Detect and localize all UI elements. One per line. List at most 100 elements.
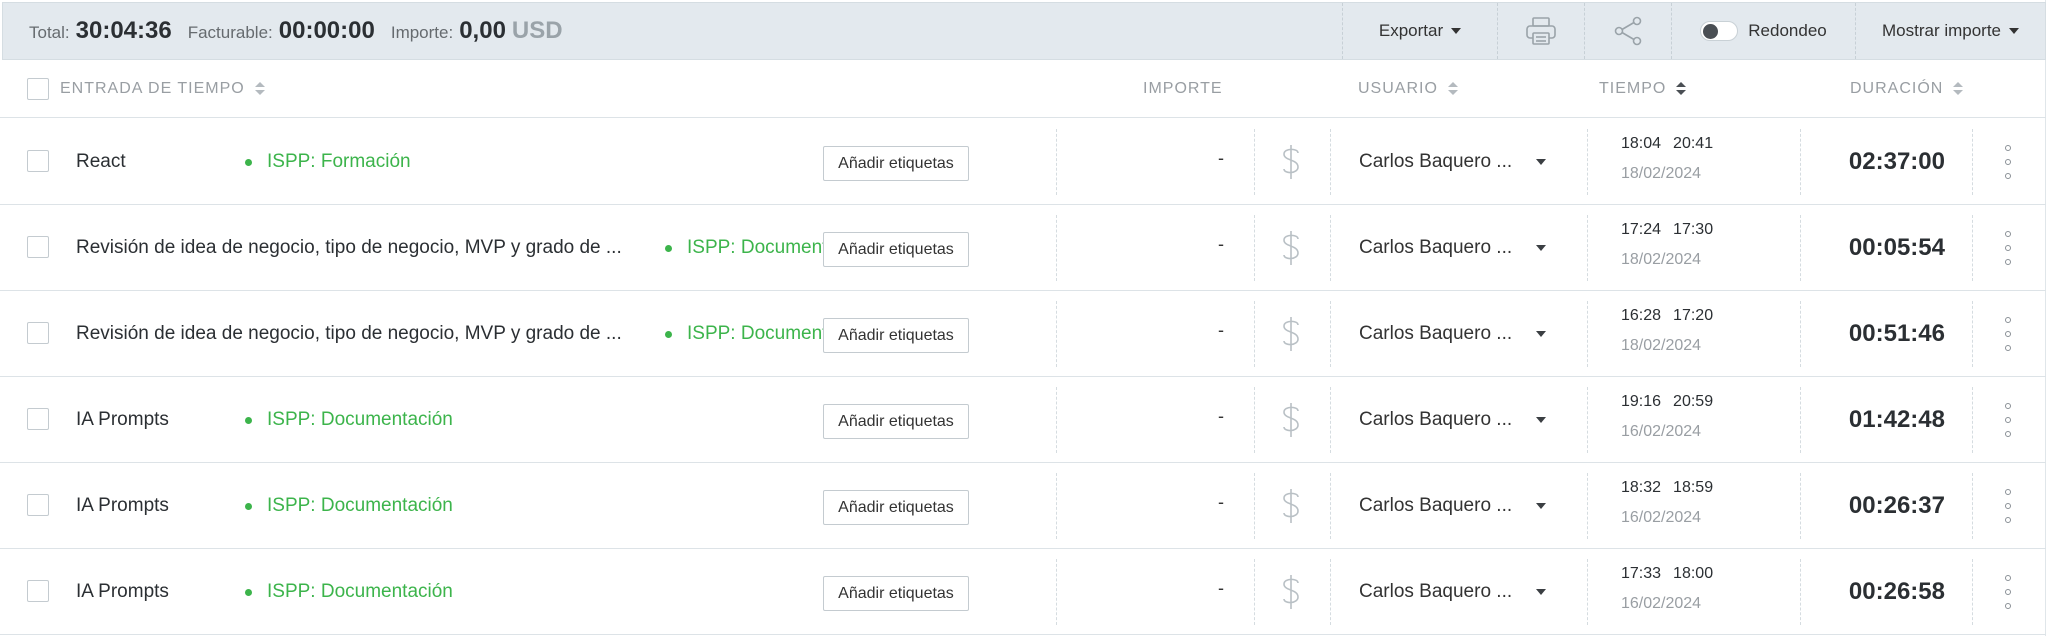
entry-project[interactable]: ISPP: Documentación (245, 463, 815, 549)
entry-duration[interactable]: 02:37:00 (1845, 119, 1945, 205)
entry-project[interactable]: ISPP: Documentación (245, 549, 815, 635)
project-dot-icon (245, 588, 252, 596)
rounding-toggle[interactable]: Redondeo (1671, 3, 1855, 59)
user-dropdown[interactable]: Carlos Baquero ... (1359, 377, 1547, 463)
divider (1972, 473, 1973, 539)
add-tags-button[interactable]: Añadir etiquetas (823, 490, 969, 525)
entry-project-label: ISPP: Formación (267, 151, 411, 172)
add-tags-button[interactable]: Añadir etiquetas (823, 404, 969, 439)
more-vertical-icon[interactable] (2000, 145, 2016, 179)
row-checkbox[interactable] (27, 322, 49, 344)
add-tags-button[interactable]: Añadir etiquetas (823, 318, 969, 353)
column-header-time-label: TIEMPO (1599, 80, 1667, 97)
entry-date[interactable]: 18/02/2024 (1621, 165, 1701, 183)
entry-time-range[interactable]: 19:16 20:59 (1621, 393, 1713, 411)
sort-icon (1676, 82, 1687, 96)
entry-duration[interactable]: 00:26:37 (1845, 463, 1945, 549)
entry-time-range[interactable]: 17:33 18:00 (1621, 565, 1713, 583)
entry-time-range[interactable]: 18:32 18:59 (1621, 479, 1713, 497)
entry-project[interactable]: ISPP: Formación (245, 119, 815, 205)
entry-project[interactable]: ISPP: Documentación (665, 291, 823, 377)
chevron-down-icon (1536, 503, 1547, 509)
entry-end-time: 18:00 (1673, 565, 1714, 582)
entry-date[interactable]: 16/02/2024 (1621, 423, 1701, 441)
chevron-down-icon (1536, 159, 1547, 165)
entry-time-range[interactable]: 16:28 17:20 (1621, 307, 1713, 325)
divider (1056, 301, 1057, 367)
divider (1056, 559, 1057, 625)
divider (1330, 559, 1331, 625)
more-vertical-icon[interactable] (2000, 231, 2016, 265)
user-dropdown[interactable]: Carlos Baquero ... (1359, 549, 1547, 635)
entry-end-time: 20:59 (1673, 393, 1714, 410)
chevron-down-icon (1536, 331, 1547, 337)
column-header-duration-label: DURACIÓN (1850, 80, 1944, 97)
entry-description[interactable]: Revisión de idea de negocio, tipo de neg… (76, 291, 638, 377)
entry-project-label: ISPP: Documentación (267, 581, 453, 602)
more-vertical-icon[interactable] (2000, 403, 2016, 437)
entry-start-time: 17:33 (1621, 565, 1662, 582)
billable-toggle[interactable] (1276, 229, 1306, 267)
table-header: ENTRADA DE TIEMPO IMPORTE USUARIO TIEMPO… (0, 60, 2046, 118)
dollar-icon (1283, 317, 1299, 351)
row-checkbox[interactable] (27, 408, 49, 430)
print-button[interactable] (1497, 3, 1584, 59)
entry-description[interactable]: React (76, 119, 126, 205)
add-tags-button[interactable]: Añadir etiquetas (823, 146, 969, 181)
user-dropdown[interactable]: Carlos Baquero ... (1359, 463, 1547, 549)
more-vertical-icon[interactable] (2000, 317, 2016, 351)
billable-toggle[interactable] (1276, 401, 1306, 439)
column-header-user[interactable]: USUARIO (1358, 60, 1458, 118)
billable-toggle[interactable] (1276, 143, 1306, 181)
row-checkbox[interactable] (27, 580, 49, 602)
rounding-switch[interactable] (1700, 21, 1739, 41)
entry-project[interactable]: ISPP: Documentación (245, 377, 815, 463)
column-header-time[interactable]: TIEMPO (1599, 60, 1687, 118)
more-vertical-icon[interactable] (2000, 575, 2016, 609)
entry-date[interactable]: 16/02/2024 (1621, 595, 1701, 613)
row-checkbox[interactable] (27, 150, 49, 172)
row-checkbox[interactable] (27, 494, 49, 516)
column-header-duration[interactable]: DURACIÓN (1850, 60, 1964, 118)
entry-amount: - (1218, 405, 1224, 426)
divider (1254, 473, 1255, 539)
entry-time-range[interactable]: 17:24 17:30 (1621, 221, 1713, 239)
entry-duration[interactable]: 00:05:54 (1845, 205, 1945, 291)
entry-duration[interactable]: 01:42:48 (1845, 377, 1945, 463)
add-tags-button[interactable]: Añadir etiquetas (823, 576, 969, 611)
entry-time-range[interactable]: 18:04 20:41 (1621, 135, 1713, 153)
export-dropdown[interactable]: Exportar (1342, 3, 1497, 59)
select-all-checkbox[interactable] (27, 78, 49, 100)
billable-toggle[interactable] (1276, 487, 1306, 525)
entry-duration[interactable]: 00:26:58 (1845, 549, 1945, 635)
divider (1056, 387, 1057, 453)
entry-amount: - (1218, 577, 1224, 598)
entry-date[interactable]: 16/02/2024 (1621, 509, 1701, 527)
entry-project[interactable]: ISPP: Documentación (665, 205, 823, 291)
entry-date[interactable]: 18/02/2024 (1621, 337, 1701, 355)
billable-toggle[interactable] (1276, 573, 1306, 611)
show-amount-dropdown[interactable]: Mostrar importe (1855, 3, 2045, 59)
share-button[interactable] (1584, 3, 1671, 59)
entry-description[interactable]: Revisión de idea de negocio, tipo de neg… (76, 205, 638, 291)
column-header-time-entry[interactable]: ENTRADA DE TIEMPO (60, 60, 265, 118)
user-dropdown[interactable]: Carlos Baquero ... (1359, 205, 1547, 291)
entry-description[interactable]: IA Prompts (76, 377, 169, 463)
billable-toggle[interactable] (1276, 315, 1306, 353)
more-vertical-icon[interactable] (2000, 489, 2016, 523)
entry-amount: - (1218, 491, 1224, 512)
user-dropdown[interactable]: Carlos Baquero ... (1359, 291, 1547, 377)
chevron-down-icon (1536, 417, 1547, 423)
entry-date[interactable]: 18/02/2024 (1621, 251, 1701, 269)
entry-description[interactable]: IA Prompts (76, 549, 169, 635)
entry-duration[interactable]: 00:51:46 (1845, 291, 1945, 377)
row-checkbox[interactable] (27, 236, 49, 258)
divider (1254, 301, 1255, 367)
column-header-amount: IMPORTE (1143, 60, 1223, 118)
summary-actions: Exportar Redondeo Mostrar importe (1342, 3, 2045, 59)
add-tags-button[interactable]: Añadir etiquetas (823, 232, 969, 267)
user-dropdown[interactable]: Carlos Baquero ... (1359, 119, 1547, 205)
entry-description[interactable]: IA Prompts (76, 463, 169, 549)
divider (1330, 215, 1331, 281)
rounding-switch-knob (1703, 24, 1719, 39)
